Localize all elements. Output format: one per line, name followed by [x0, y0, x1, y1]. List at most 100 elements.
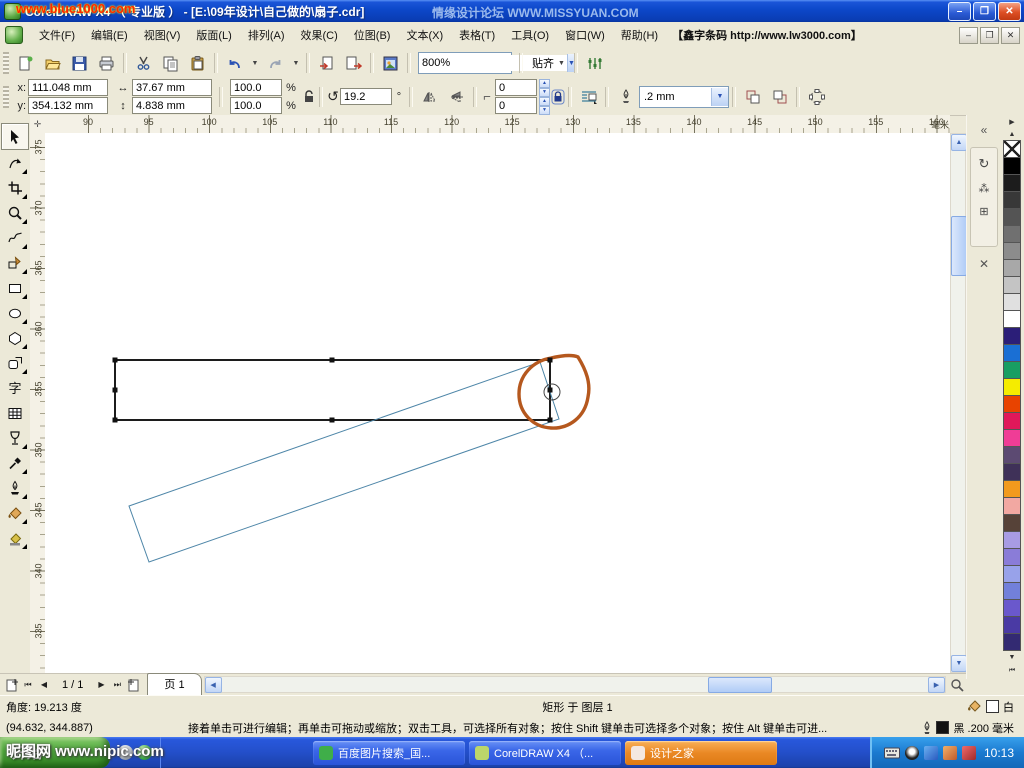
scale-lock-icon[interactable]: [302, 89, 316, 105]
convert-to-curves-button[interactable]: [803, 84, 830, 110]
swatch-4a3aa4[interactable]: [1003, 616, 1021, 634]
dictionary-tray-icon[interactable]: [962, 746, 976, 760]
add-page-button-2[interactable]: [125, 677, 141, 693]
menu-item-6[interactable]: 位图(B): [346, 23, 399, 47]
minimize-button[interactable]: –: [948, 2, 971, 21]
swatch-8a7cd8[interactable]: [1003, 548, 1021, 566]
tool-freehand[interactable]: [2, 225, 28, 250]
transformations-docker-tab[interactable]: ↻ ⁂ ⊞: [970, 147, 998, 247]
first-page-button[interactable]: ⏮: [20, 677, 36, 693]
mirror-horizontal-button[interactable]: [416, 84, 443, 110]
toolbar-grip[interactable]: [3, 52, 9, 74]
tool-smart-fill[interactable]: [2, 250, 28, 275]
redo-dropdown-arrow[interactable]: ▼: [289, 50, 303, 76]
next-page-button[interactable]: ▶: [93, 677, 109, 693]
menu-item-2[interactable]: 视图(V): [136, 23, 189, 47]
scale-x-input[interactable]: [230, 79, 282, 96]
swatch-f2a8a2[interactable]: [1003, 497, 1021, 515]
rotation-angle-input[interactable]: [340, 88, 392, 105]
rotate-docker-icon[interactable]: ↻: [979, 156, 990, 172]
mirror-vertical-button[interactable]: [443, 84, 470, 110]
taskbar-task-2[interactable]: 设计之家: [625, 741, 777, 765]
swatch-545454[interactable]: [1003, 208, 1021, 226]
cut-button[interactable]: [130, 50, 157, 76]
swatch-98a2ea[interactable]: [1003, 565, 1021, 583]
swatch-6a58cc[interactable]: [1003, 599, 1021, 617]
swatch-199e62[interactable]: [1003, 361, 1021, 379]
object-x-input[interactable]: [28, 79, 108, 96]
add-page-button[interactable]: [4, 677, 20, 693]
swatch-7280da[interactable]: [1003, 582, 1021, 600]
last-page-button[interactable]: ⏭: [109, 677, 125, 693]
propbar-grip[interactable]: [3, 86, 9, 108]
swatch-a89ce4[interactable]: [1003, 531, 1021, 549]
menu-item-5[interactable]: 效果(C): [293, 23, 346, 47]
menu-item-7[interactable]: 文本(X): [398, 23, 451, 47]
redo-button[interactable]: [262, 50, 289, 76]
restore-button[interactable]: ❐: [973, 2, 996, 21]
to-back-button[interactable]: [766, 84, 793, 110]
previous-page-button[interactable]: ◀: [36, 677, 52, 693]
scroll-up-button[interactable]: ▲: [951, 134, 967, 151]
tool-interactive-fill[interactable]: [2, 525, 28, 550]
copy-button[interactable]: [157, 50, 184, 76]
horizontal-ruler[interactable]: 9095100105110115120125130135140145150155…: [45, 115, 950, 134]
menu-item-1[interactable]: 编辑(E): [83, 23, 136, 47]
taskbar-task-1[interactable]: CorelDRAW X4 （...: [469, 741, 621, 765]
zoom-level-combo[interactable]: ▼: [418, 52, 512, 74]
tool-eyedropper[interactable]: [2, 450, 28, 475]
import-button[interactable]: [313, 50, 340, 76]
drawing-canvas[interactable]: [45, 133, 950, 673]
doc-restore-button[interactable]: ❐: [980, 27, 999, 44]
vertical-scroll-thumb[interactable]: [951, 216, 967, 276]
swatch-1a6fd4[interactable]: [1003, 344, 1021, 362]
quick-launch-browser-icon[interactable]: [137, 745, 152, 760]
start-button[interactable]: 开始: [0, 737, 110, 768]
tool-outline-pen[interactable]: [2, 475, 28, 500]
tool-fill[interactable]: [2, 500, 28, 525]
print-button[interactable]: [93, 50, 120, 76]
paste-button[interactable]: [184, 50, 211, 76]
horizontal-scrollbar[interactable]: ◀ ▶: [204, 676, 946, 693]
swatch-c4c4c4[interactable]: [1003, 276, 1021, 294]
vertical-scrollbar[interactable]: ▲ ▼: [950, 133, 966, 673]
tool-polygon[interactable]: [2, 325, 28, 350]
tool-crop[interactable]: [2, 175, 28, 200]
docker-close-icon[interactable]: ✕: [974, 255, 994, 273]
close-button[interactable]: ✕: [998, 2, 1021, 21]
swatch-1c1c1c[interactable]: [1003, 174, 1021, 192]
tool-interactive-blend[interactable]: [2, 425, 28, 450]
scroll-right-button[interactable]: ▶: [928, 677, 945, 693]
taskbar-task-0[interactable]: 百度图片搜索_国...: [313, 741, 465, 765]
menu-item-9[interactable]: 工具(O): [503, 23, 557, 47]
to-front-button[interactable]: [739, 84, 766, 110]
messenger-tray-icon[interactable]: [924, 746, 938, 760]
scale-mirror-docker-icon[interactable]: ⁂: [979, 182, 990, 195]
tool-ellipse[interactable]: [2, 300, 28, 325]
wrap-text-button[interactable]: [575, 84, 602, 110]
scroll-left-button[interactable]: ◀: [205, 677, 222, 693]
page-tab[interactable]: 页 1: [147, 673, 201, 696]
new-button[interactable]: [12, 50, 39, 76]
swatch-000000[interactable]: [1003, 157, 1021, 175]
menu-item-10[interactable]: 窗口(W): [557, 23, 613, 47]
corner-top-spinner[interactable]: ▲▼: [539, 79, 550, 97]
save-button[interactable]: [66, 50, 93, 76]
swatch-none[interactable]: [1003, 140, 1021, 158]
doc-minimize-button[interactable]: –: [959, 27, 978, 44]
ruler-origin-button[interactable]: ✛: [30, 115, 46, 134]
tool-shape[interactable]: [2, 150, 28, 175]
tool-rectangle[interactable]: [2, 275, 28, 300]
keyboard-tray-icon[interactable]: [884, 747, 900, 759]
corner-lock-icon[interactable]: [551, 89, 565, 105]
swatch-a8a8a8[interactable]: [1003, 259, 1021, 277]
open-button[interactable]: [39, 50, 66, 76]
clock[interactable]: 10:13: [984, 746, 1014, 760]
menu-item-11[interactable]: 帮助(H): [613, 23, 666, 47]
swatch-ef3d96[interactable]: [1003, 429, 1021, 447]
tool-basic-shapes[interactable]: [2, 350, 28, 375]
swatch-5c4a72[interactable]: [1003, 446, 1021, 464]
swatch-8c8c8c[interactable]: [1003, 242, 1021, 260]
corner-radius-bottom-input[interactable]: [495, 97, 537, 114]
app-launcher-button[interactable]: [377, 50, 404, 76]
